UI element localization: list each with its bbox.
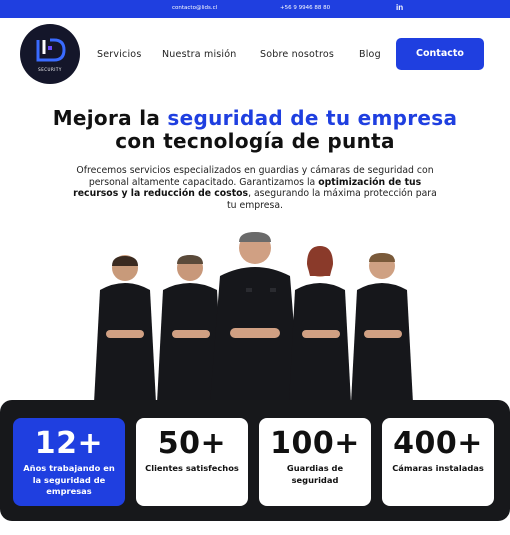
top-contact-bar: contacto@lids.cl +56 9 9946 88 80 in [0,0,510,18]
stat-value: 100+ [270,426,360,461]
stat-label: Cámaras instaladas [392,463,484,473]
stat-value: 12+ [34,426,104,461]
logo-subtext: SECURITY [38,67,62,72]
nav-nuestra-mision[interactable]: Nuestra misión [162,49,237,60]
site-header: SECURITY Servicios Nuestra misión Sobre … [0,18,510,92]
logo-mark-icon [36,38,66,62]
email-link[interactable]: contacto@lids.cl [172,5,217,11]
stat-label: Años trabajando en la seguridad de empre… [23,463,115,496]
lids-security-logo[interactable]: SECURITY [20,24,80,84]
stat-card-cameras: 400+ Cámaras instaladas [382,418,494,506]
hero-title-plain: Mejora la [52,106,168,130]
phone-link[interactable]: +56 9 9946 88 80 [280,5,330,11]
linkedin-icon[interactable]: in [396,3,403,12]
nav-blog[interactable]: Blog [359,49,381,60]
hero-title-highlight: seguridad de tu empresa [167,106,458,130]
stat-card-years: 12+ Años trabajando en la seguridad de e… [13,418,125,506]
hero-title-line1: Mejora la seguridad de tu empresa [0,106,510,130]
desc-part2: , asegurando la máxima protección para t… [226,188,437,211]
nav-servicios[interactable]: Servicios [97,49,141,60]
contact-button[interactable]: Contacto [396,38,484,70]
stat-label: Guardias de seguridad [286,463,344,485]
hero-title-line2: con tecnología de punta [115,129,395,153]
stat-label: Clientes satisfechos [145,463,239,473]
stat-value: 50+ [157,426,227,461]
hero-description: Ofrecemos servicios especializados en gu… [70,165,440,211]
security-team-image [94,232,413,403]
stat-card-clients: 50+ Clientes satisfechos [136,418,248,506]
nav-sobre-nosotros[interactable]: Sobre nosotros [260,49,334,60]
stat-card-guards: 100+ Guardias de seguridad [259,418,371,506]
stat-value: 400+ [393,426,483,461]
